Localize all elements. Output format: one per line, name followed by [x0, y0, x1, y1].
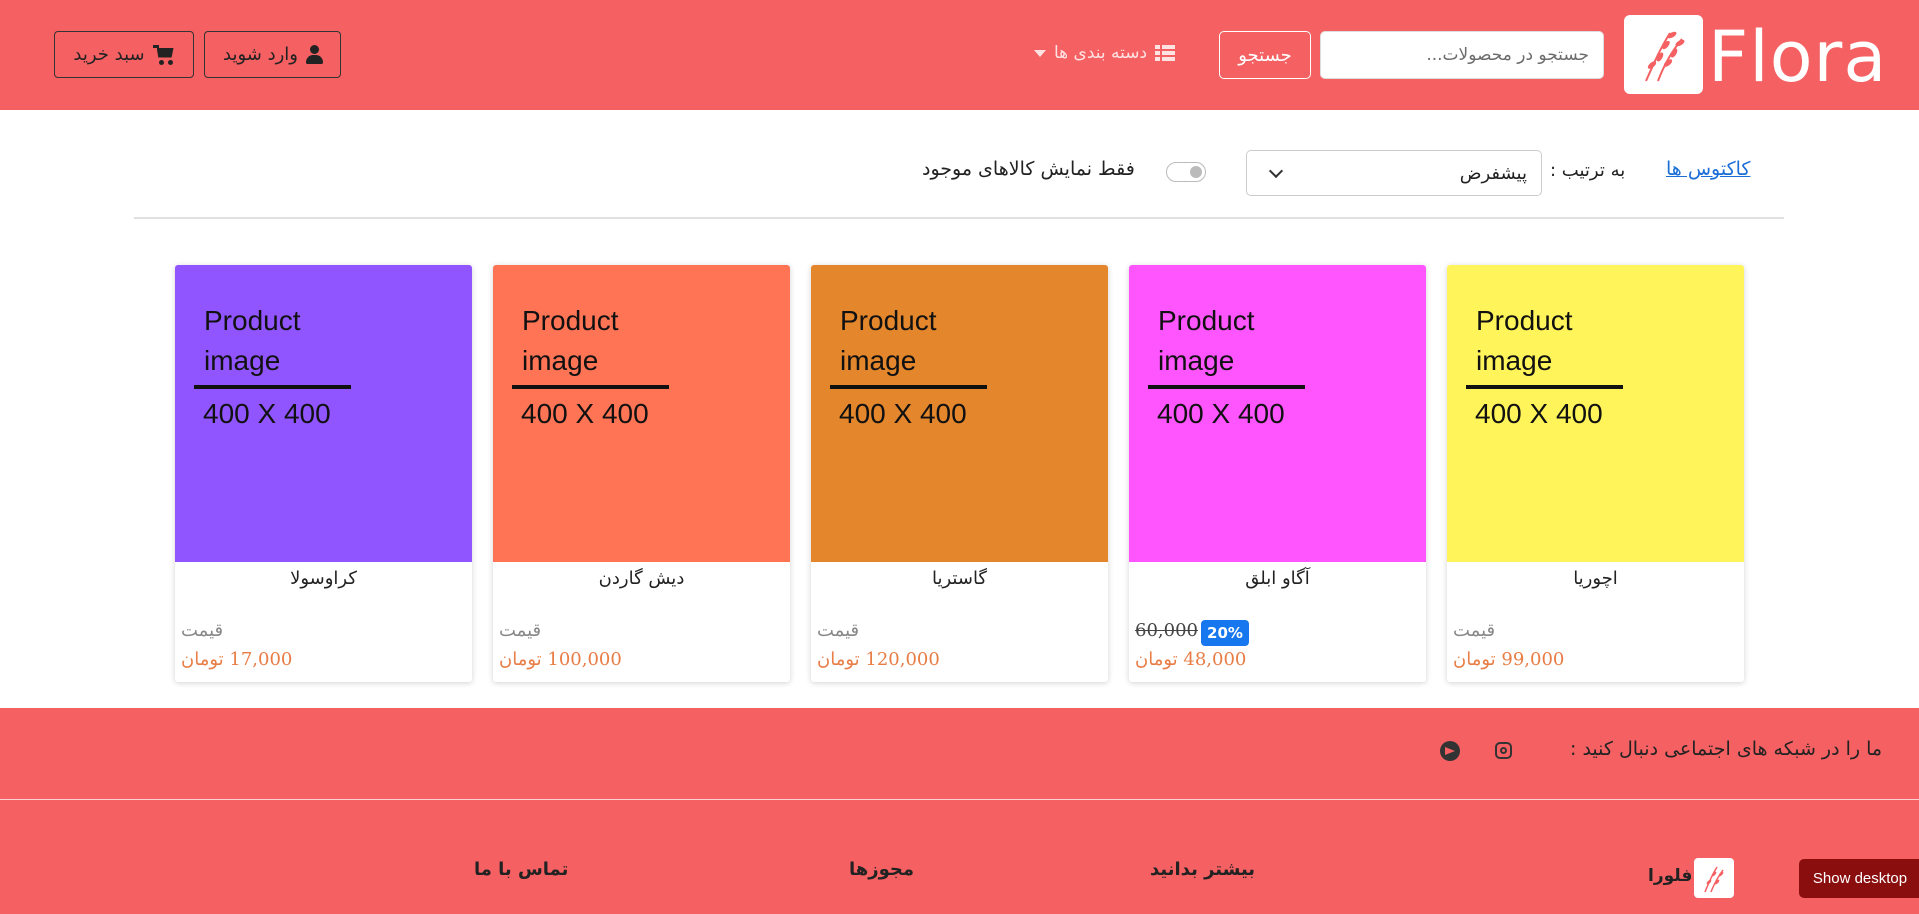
- search-button[interactable]: جستجو: [1219, 31, 1311, 79]
- footer-heading-contact: تماس با ما: [474, 859, 569, 880]
- cart-icon: [152, 44, 175, 65]
- footer-logo-icon: [1694, 858, 1734, 898]
- product-name[interactable]: کراوسولا: [175, 568, 472, 589]
- chevron-down-icon: [1268, 163, 1284, 179]
- brand-name[interactable]: Flora: [1708, 12, 1887, 102]
- price-label: قیمت: [817, 620, 860, 641]
- old-price: 60,000: [1135, 620, 1198, 641]
- product-card[interactable]: Product image 400 X 400 دیش گاردن قیمت 10…: [493, 265, 790, 682]
- search-input[interactable]: [1320, 31, 1604, 79]
- header: Flora جستجو دسته بندی ها وارد شوید سبد خ…: [0, 0, 1919, 110]
- cart-button[interactable]: سبد خرید: [54, 31, 194, 78]
- product-image[interactable]: Product image 400 X 400: [175, 265, 472, 562]
- product-name[interactable]: اچوریا: [1447, 568, 1744, 589]
- product-card[interactable]: Product image 400 X 400 کراوسولا قیمت 17,…: [175, 265, 472, 682]
- categories-menu[interactable]: دسته بندی ها: [1034, 38, 1176, 68]
- footer-divider: [0, 799, 1919, 800]
- telegram-icon[interactable]: [1440, 741, 1460, 761]
- price-label: قیمت: [499, 620, 542, 641]
- product-image[interactable]: Product image 400 X 400: [1129, 265, 1426, 562]
- product-price: 99,000 تومان: [1453, 649, 1565, 670]
- user-icon: [305, 44, 323, 65]
- product-card[interactable]: Product image 400 X 400 گاستریا قیمت 120,…: [811, 265, 1108, 682]
- price-label: قیمت: [1453, 620, 1496, 641]
- product-name[interactable]: گاستریا: [811, 568, 1108, 589]
- social-follow-text: ما را در شبکه های اجتماعی دنبال کنید :: [1570, 738, 1883, 760]
- in-stock-toggle[interactable]: [1166, 162, 1206, 182]
- divider: [134, 217, 1784, 219]
- footer-brand: فلورا: [1648, 866, 1693, 886]
- flower-logo-icon[interactable]: [1624, 15, 1703, 94]
- product-image[interactable]: Product image 400 X 400: [811, 265, 1108, 562]
- breadcrumb-category-link[interactable]: کاکتوس ها: [1666, 158, 1750, 180]
- sort-select[interactable]: پیشفرض: [1246, 150, 1542, 196]
- cart-label: سبد خرید: [73, 44, 145, 65]
- product-price: 17,000 تومان: [181, 649, 293, 670]
- categories-label: دسته بندی ها: [1054, 43, 1148, 63]
- login-button[interactable]: وارد شوید: [204, 31, 341, 78]
- product-card[interactable]: Product image 400 X 400 آگاو ابلق 60,000 …: [1129, 265, 1426, 682]
- instagram-icon[interactable]: [1495, 742, 1512, 759]
- product-image[interactable]: Product image 400 X 400: [1447, 265, 1744, 562]
- product-name[interactable]: آگاو ابلق: [1129, 568, 1426, 589]
- footer-heading-learn-more: بیشتر بدانید: [1150, 859, 1256, 880]
- login-label: وارد شوید: [223, 44, 298, 65]
- product-card[interactable]: Product image 400 X 400 اچوریا قیمت 99,00…: [1447, 265, 1744, 682]
- product-name[interactable]: دیش گاردن: [493, 568, 790, 589]
- product-price: 48,000 تومان: [1135, 649, 1247, 670]
- caret-down-icon: [1034, 49, 1046, 57]
- product-price: 100,000 تومان: [499, 649, 622, 670]
- price-label: قیمت: [181, 620, 224, 641]
- in-stock-toggle-label: فقط نمایش کالاهای موجود: [922, 158, 1135, 180]
- sort-label: به ترتیب :: [1550, 160, 1626, 181]
- sort-value: پیشفرض: [1459, 162, 1527, 184]
- show-desktop-button[interactable]: Show desktop: [1799, 859, 1919, 898]
- discount-badge: 20%: [1201, 620, 1249, 646]
- grid-icon: [1155, 45, 1176, 61]
- product-price: 120,000 تومان: [817, 649, 940, 670]
- product-image[interactable]: Product image 400 X 400: [493, 265, 790, 562]
- footer-heading-licenses: مجوزها: [849, 859, 915, 880]
